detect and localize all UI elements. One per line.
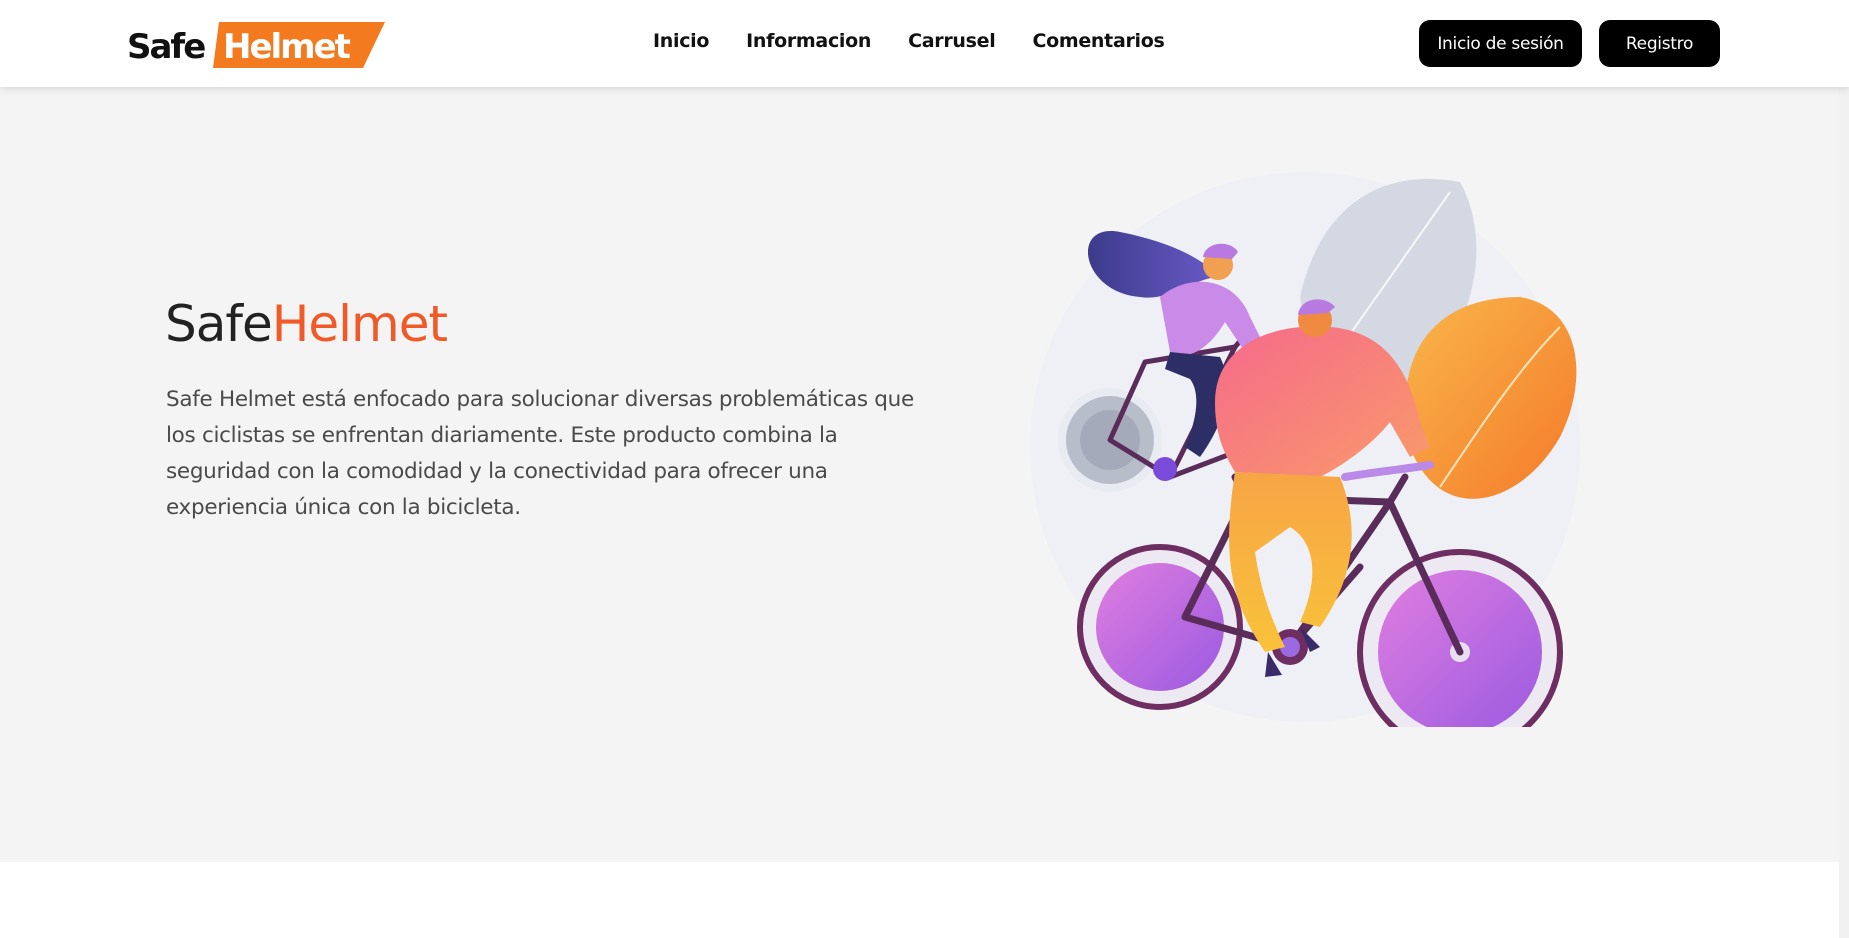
login-button[interactable]: Inicio de sesión bbox=[1419, 20, 1582, 67]
register-button[interactable]: Registro bbox=[1599, 20, 1720, 67]
nav-link-inicio[interactable]: Inicio bbox=[653, 30, 709, 52]
hero-description: Safe Helmet está enfocado para soluciona… bbox=[166, 387, 914, 520]
nav-link-comentarios[interactable]: Comentarios bbox=[1032, 30, 1164, 52]
hero-title-safe: Safe bbox=[165, 295, 273, 353]
page-scrollbar[interactable] bbox=[1839, 0, 1849, 938]
main-nav: Inicio Informacion Carrusel Comentarios bbox=[653, 30, 1202, 52]
hero-section: SafeHelmet Safe Helmet está enfocado par… bbox=[0, 87, 1849, 862]
navbar: Safe Helmet Inicio Informacion Carrusel … bbox=[0, 0, 1849, 87]
hero-title: SafeHelmet bbox=[165, 295, 448, 353]
logo-text-helmet: Helmet bbox=[223, 27, 351, 67]
safehelmet-logo[interactable]: Safe Helmet bbox=[127, 18, 387, 72]
nav-link-informacion[interactable]: Informacion bbox=[746, 30, 871, 52]
nav-link-carrusel[interactable]: Carrusel bbox=[908, 30, 996, 52]
logo-text-safe: Safe bbox=[127, 27, 205, 67]
cyclists-illustration bbox=[1030, 172, 1580, 727]
hero-title-helmet: Helmet bbox=[271, 295, 448, 353]
